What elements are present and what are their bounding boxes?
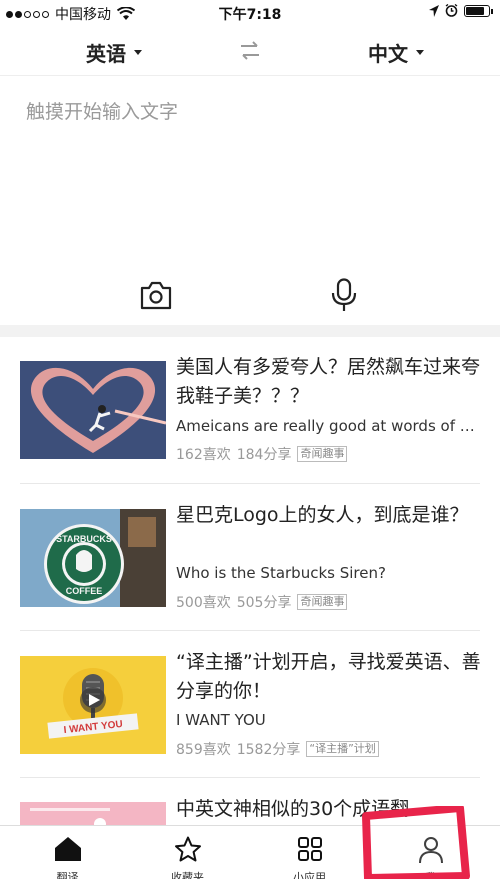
category-tag: “译主播”计划 xyxy=(306,741,379,757)
article-thumbnail: I WANT YOU xyxy=(20,656,166,754)
article-subtitle: I WANT YOU xyxy=(176,711,266,729)
battery-fill xyxy=(466,6,484,15)
swap-arrows-icon[interactable] xyxy=(238,40,262,62)
text-input-area[interactable]: 触摸开始输入文字 xyxy=(0,77,500,325)
location-icon xyxy=(429,4,439,17)
grid-icon xyxy=(297,837,322,861)
like-count: 859喜欢 xyxy=(176,742,231,758)
category-tag: 奇闻趣事 xyxy=(297,446,348,462)
source-language-selector[interactable]: 英语 xyxy=(86,38,142,67)
tab-label: 翻译 xyxy=(56,871,79,879)
home-icon xyxy=(54,837,81,861)
status-bar: 中国移动 下午7:18 xyxy=(0,0,500,26)
status-time: 下午7:18 xyxy=(218,7,282,23)
article-thumbnail xyxy=(20,802,166,825)
article-title: “译主播”计划开启，寻找爱英语、善分享的你！ xyxy=(176,651,481,702)
chevron-down-icon xyxy=(134,50,142,55)
status-right xyxy=(429,4,493,17)
article-thumbnail: STARBUCKS COFFEE xyxy=(20,509,166,607)
starbucks-logo-text: STARBUCKS xyxy=(56,534,112,544)
battery-icon xyxy=(464,4,493,17)
article-card[interactable]: 美国人有多爱夸人？居然飙车过来夸我鞋子美？？？ Ameicans are rea… xyxy=(0,337,500,484)
tab-label: 小应用 xyxy=(293,871,326,879)
target-language-selector[interactable]: 中文 xyxy=(368,38,424,67)
coffee-logo-text: COFFEE xyxy=(66,586,103,596)
article-meta: 500喜欢 505分享 奇闻趣事 xyxy=(176,592,348,612)
red-highlight-marker xyxy=(362,806,470,879)
camera-icon[interactable] xyxy=(140,280,172,310)
source-language-label: 英语 xyxy=(86,42,126,66)
article-card[interactable]: STARBUCKS COFFEE 星巴克Logo上的女人，到底是谁？ Who i… xyxy=(0,484,500,631)
star-icon xyxy=(174,836,201,862)
tab-translate[interactable]: 翻译 xyxy=(5,826,130,879)
tab-favorites[interactable]: 收藏夹 xyxy=(125,826,250,879)
share-count: 505分享 xyxy=(236,595,292,611)
article-card[interactable]: I WANT YOU “译主播”计划开启，寻找爱英语、善分享的你！ I WANT… xyxy=(0,631,500,778)
category-tag: 奇闻趣事 xyxy=(297,594,348,610)
chevron-down-icon xyxy=(416,50,424,55)
article-thumbnail xyxy=(20,361,166,459)
share-count: 184分享 xyxy=(236,447,292,463)
article-meta: 162喜欢 184分享 奇闻趣事 xyxy=(176,444,348,464)
article-meta: 859喜欢 1582分享 “译主播”计划 xyxy=(176,739,379,759)
article-subtitle: Ameicans are really good at words of p..… xyxy=(176,417,482,435)
microphone-icon[interactable] xyxy=(331,278,357,312)
alarm-icon xyxy=(445,4,458,17)
language-bar: 英语 中文 xyxy=(0,26,500,76)
tab-label: 收藏夹 xyxy=(171,871,204,879)
tab-mini-apps[interactable]: 小应用 xyxy=(247,826,372,879)
share-count: 1582分享 xyxy=(236,742,301,758)
section-separator xyxy=(0,325,500,337)
like-count: 162喜欢 xyxy=(176,447,231,463)
like-count: 500喜欢 xyxy=(176,595,231,611)
article-title: 美国人有多爱夸人？居然飙车过来夸我鞋子美？？？ xyxy=(176,356,481,407)
input-placeholder: 触摸开始输入文字 xyxy=(26,101,179,123)
article-title: 星巴克Logo上的女人，到底是谁？ xyxy=(176,504,469,526)
article-subtitle: Who is the Starbucks Siren? xyxy=(176,564,386,582)
target-language-label: 中文 xyxy=(368,42,408,66)
